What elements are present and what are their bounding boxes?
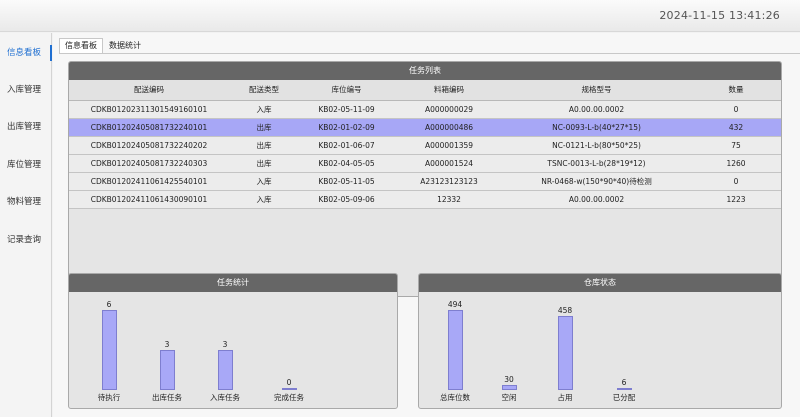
table-cell: KB02-05-11-05 [299, 172, 394, 191]
table-row[interactable]: CDKB01202405081732240303 出库 KB02-04-05-05 A… [69, 154, 781, 173]
task-stats-panel: 任务统计 6 待执行 3 出库任务 3 入库任务 0 完成任务 [68, 273, 398, 409]
bar-category-label: 完成任务 [274, 393, 304, 402]
table-cell: 1223 [689, 190, 781, 209]
sidebar-item-records[interactable]: 记录查询 [0, 228, 52, 252]
table-cell: 入库 [229, 100, 299, 119]
bar-value-label: 3 [222, 340, 228, 349]
top-bar: 2024-11-15 13:41:26 [0, 0, 800, 32]
bar-value-label: 6 [106, 300, 112, 309]
table-row[interactable]: CDKB01202311301549160101 入库 KB02-05-11-09 A… [69, 100, 781, 119]
table-cell: 入库 [229, 172, 299, 191]
table-cell: 12332 [394, 190, 504, 209]
table-cell: KB02-01-06-07 [299, 136, 394, 155]
table-cell: A0.00.00.0002 [504, 100, 689, 119]
sidebar-item-material[interactable]: 物料管理 [0, 190, 52, 214]
column-header: 配送类型 [229, 80, 299, 101]
table-cell: A000000029 [394, 100, 504, 119]
table-row[interactable]: CDKB01202405081732240101 出库 KB02-01-02-09 A… [69, 118, 781, 137]
table-cell: 1260 [689, 154, 781, 173]
column-header: 规格型号 [504, 80, 689, 101]
bar-value-label: 3 [164, 340, 170, 349]
table-row[interactable]: CDKB01202411061425540101 入库 KB02-05-11-05 A… [69, 172, 781, 191]
chart-bar [159, 350, 175, 390]
column-header: 库位编号 [299, 80, 394, 101]
table-cell: KB02-05-09-06 [299, 190, 394, 209]
chart-bar [557, 316, 573, 390]
sidebar-item-location[interactable]: 库位管理 [0, 153, 52, 177]
column-header: 配送编码 [69, 80, 229, 101]
sidebar: 信息看板 入库管理 出库管理 库位管理 物料管理 记录查询 [0, 33, 52, 417]
sidebar-item-inbound[interactable]: 入库管理 [0, 78, 52, 102]
table-cell: 出库 [229, 118, 299, 137]
bar-value-label: 458 [557, 306, 573, 315]
table-cell: 入库 [229, 190, 299, 209]
tab-divider [59, 53, 800, 54]
table-cell: 432 [689, 118, 781, 137]
table-cell: 出库 [229, 136, 299, 155]
table-cell: KB02-05-11-09 [299, 100, 394, 119]
table-cell: NR-0468-w(150*90*40)待检测 [504, 172, 689, 191]
warehouse-status-title: 仓库状态 [419, 274, 781, 292]
bar-value-label: 6 [621, 378, 627, 387]
table-cell: A000001359 [394, 136, 504, 155]
table-row[interactable]: CDKB01202411061430090101 入库 KB02-05-09-06 1… [69, 190, 781, 209]
bar-value-label: 494 [447, 300, 463, 309]
table-cell: NC-0121-L-b(80*50*25) [504, 136, 689, 155]
warehouse-status-chart: 494 总库位数 30 空闲 458 占用 6 已分配 [419, 292, 781, 408]
table-cell: A23123123123 [394, 172, 504, 191]
table-cell: 出库 [229, 154, 299, 173]
tab-bar: 信息看板 数据统计 [59, 38, 147, 54]
task-stats-chart: 6 待执行 3 出库任务 3 入库任务 0 完成任务 [69, 292, 397, 408]
task-table: 配送编码 配送类型 库位编号 料箱编码 规格型号 数量 CDKB01202311… [69, 80, 781, 209]
bar-category-label: 已分配 [612, 393, 636, 402]
bar-category-label: 占用 [557, 393, 573, 402]
table-cell: CDKB01202311301549160101 [69, 100, 229, 119]
chart-bar [616, 388, 632, 390]
task-list-title: 任务列表 [69, 62, 781, 80]
chart-bar [101, 310, 117, 390]
table-cell: CDKB01202411061425540101 [69, 172, 229, 191]
column-header: 料箱编码 [394, 80, 504, 101]
sidebar-item-dashboard[interactable]: 信息看板 [0, 41, 52, 65]
bar-category-label: 入库任务 [210, 393, 240, 402]
warehouse-status-panel: 仓库状态 494 总库位数 30 空闲 458 占用 6 已分配 [418, 273, 782, 409]
table-cell: 75 [689, 136, 781, 155]
table-cell: 0 [689, 172, 781, 191]
tab-statistics[interactable]: 数据统计 [103, 38, 147, 54]
bar-category-label: 空闲 [501, 393, 517, 402]
table-cell: A0.00.00.0002 [504, 190, 689, 209]
table-header-row: 配送编码 配送类型 库位编号 料箱编码 规格型号 数量 [69, 80, 781, 101]
table-cell: CDKB01202405081732240101 [69, 118, 229, 137]
table-cell: CDKB01202405081732240202 [69, 136, 229, 155]
table-cell: A000000486 [394, 118, 504, 137]
bar-value-label: 30 [504, 375, 514, 384]
chart-bar [281, 388, 297, 390]
task-stats-title: 任务统计 [69, 274, 397, 292]
task-list-panel: 任务列表 配送编码 配送类型 库位编号 料箱编码 规格型号 数量 CDKB012… [68, 61, 782, 297]
bar-category-label: 待执行 [97, 393, 121, 402]
chart-bar [447, 310, 463, 390]
table-cell: NC-0093-L-b(40*27*15) [504, 118, 689, 137]
bar-value-label: 0 [286, 378, 292, 387]
column-header: 数量 [689, 80, 781, 101]
chart-bar [501, 385, 517, 390]
datetime-display: 2024-11-15 13:41:26 [659, 9, 780, 22]
sidebar-item-outbound[interactable]: 出库管理 [0, 115, 52, 139]
table-row[interactable]: CDKB01202405081732240202 出库 KB02-01-06-07 A… [69, 136, 781, 155]
table-cell: KB02-01-02-09 [299, 118, 394, 137]
tab-dashboard[interactable]: 信息看板 [59, 38, 103, 54]
table-cell: 0 [689, 100, 781, 119]
table-cell: KB02-04-05-05 [299, 154, 394, 173]
table-cell: CDKB01202405081732240303 [69, 154, 229, 173]
chart-bar [217, 350, 233, 390]
main-content: 信息看板 数据统计 任务列表 配送编码 配送类型 库位编号 料箱编码 规格型号 数… [53, 33, 800, 417]
table-cell: CDKB01202411061430090101 [69, 190, 229, 209]
table-cell: TSNC-0013-L-b(28*19*12) [504, 154, 689, 173]
table-cell: A000001524 [394, 154, 504, 173]
bar-category-label: 出库任务 [152, 393, 182, 402]
bar-category-label: 总库位数 [440, 393, 470, 402]
